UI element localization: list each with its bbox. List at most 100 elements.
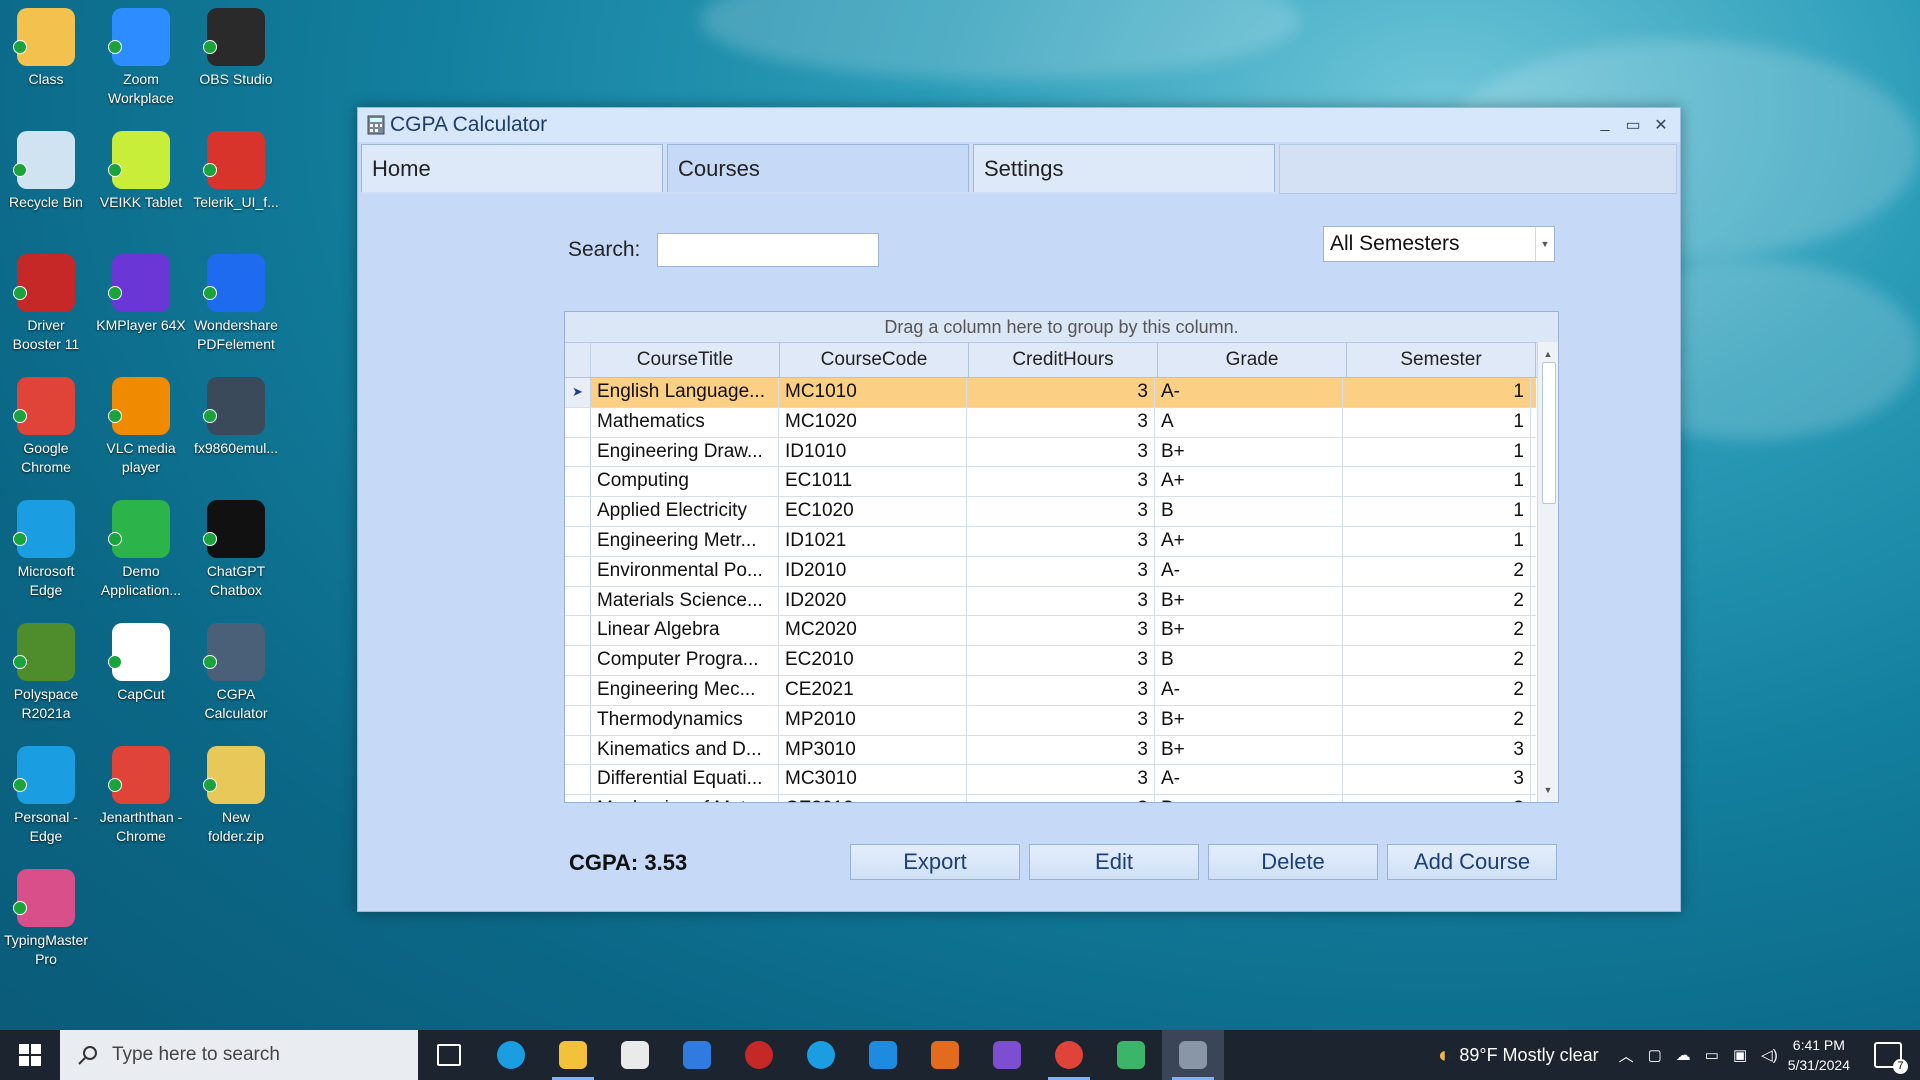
clock[interactable]: 6:41 PM 5/31/2024	[1788, 1035, 1850, 1075]
table-cell-credithours[interactable]: 3	[967, 705, 1155, 735]
add-course-button[interactable]: Add Course	[1387, 844, 1557, 880]
table-cell-coursetitle[interactable]: Computer Progra...	[591, 646, 779, 675]
table-cell-credithours[interactable]: 3	[967, 467, 1155, 497]
desktop-icon[interactable]: Demo Application...	[95, 500, 187, 600]
scroll-up-icon[interactable]: ▲	[1538, 346, 1558, 362]
table-cell-grade[interactable]: B+	[1155, 795, 1343, 802]
table-cell-credithours[interactable]: 3	[967, 497, 1155, 526]
column-header-credithours[interactable]: CreditHours	[969, 343, 1158, 377]
desktop-icon[interactable]: Class	[0, 8, 92, 89]
row-indicator[interactable]	[565, 646, 591, 675]
desktop-icon[interactable]: VLC media player	[95, 377, 187, 477]
table-cell-coursetitle[interactable]: Linear Algebra	[591, 616, 779, 646]
current-row-indicator-icon[interactable]: ➤	[565, 378, 591, 407]
table-cell-coursecode[interactable]: MC1010	[779, 378, 967, 407]
desktop-icon[interactable]: Personal - Edge	[0, 746, 92, 846]
table-cell-grade[interactable]: A	[1155, 407, 1343, 437]
desktop-icon[interactable]: Polyspace R2021a	[0, 623, 92, 723]
network-icon[interactable]: ▣	[1733, 1046, 1747, 1064]
table-cell-coursecode[interactable]: MC1020	[779, 407, 967, 437]
export-button[interactable]: Export	[850, 844, 1020, 880]
row-indicator[interactable]	[565, 407, 591, 437]
table-cell-coursecode[interactable]: CE2021	[779, 675, 967, 705]
table-cell-grade[interactable]: B+	[1155, 616, 1343, 646]
desktop-icon[interactable]: Jenarththan - Chrome	[95, 746, 187, 846]
table-cell-coursecode[interactable]: MP2010	[779, 705, 967, 735]
table-row[interactable]: Computing EC1011 3 A+ 1	[565, 467, 1536, 498]
tab-settings[interactable]: Settings	[973, 144, 1275, 192]
table-cell-credithours[interactable]: 3	[967, 646, 1155, 675]
minimize-button[interactable]: _	[1596, 115, 1614, 135]
desktop-icon[interactable]: OBS Studio	[190, 8, 282, 89]
table-row[interactable]: ➤ English Language... MC1010 3 A- 1	[565, 378, 1536, 408]
table-row[interactable]: Mathematics MC1020 3 A 1	[565, 407, 1536, 438]
desktop-icon[interactable]: ChatGPT Chatbox	[190, 500, 282, 600]
snipping-tool-icon[interactable]	[1100, 1030, 1162, 1080]
row-indicator[interactable]	[565, 616, 591, 646]
row-indicator[interactable]	[565, 795, 591, 802]
table-cell-semester[interactable]: 1	[1343, 378, 1531, 407]
table-cell-semester[interactable]: 1	[1343, 497, 1531, 526]
desktop-icon[interactable]: Recycle Bin	[0, 131, 92, 212]
table-cell-credithours[interactable]: 3	[967, 795, 1155, 802]
desktop-icon[interactable]: Google Chrome	[0, 377, 92, 477]
desktop-icon[interactable]: KMPlayer 64X	[95, 254, 187, 335]
table-cell-coursecode[interactable]: EC2010	[779, 646, 967, 675]
table-cell-coursecode[interactable]: ID2020	[779, 586, 967, 616]
table-cell-coursecode[interactable]: ID1010	[779, 437, 967, 467]
table-cell-coursecode[interactable]: MC3010	[779, 765, 967, 795]
table-cell-coursetitle[interactable]: Applied Electricity	[591, 497, 779, 526]
title-bar[interactable]: CGPA Calculator _ ▭ ✕	[358, 108, 1680, 142]
taskbar-search[interactable]: Type here to search	[60, 1030, 418, 1080]
column-header-coursecode[interactable]: CourseCode	[780, 343, 969, 377]
table-row[interactable]: Computer Progra... EC2010 3 B 2	[565, 646, 1536, 676]
close-button[interactable]: ✕	[1652, 115, 1670, 135]
desktop-icon[interactable]: fx9860emul...	[190, 377, 282, 458]
maximize-button[interactable]: ▭	[1624, 115, 1642, 135]
chrome-icon[interactable]	[1038, 1030, 1100, 1080]
vertical-scrollbar[interactable]: ▲ ▼	[1537, 342, 1558, 802]
table-row[interactable]: Engineering Mec... CE2021 3 A- 2	[565, 675, 1536, 706]
table-cell-coursetitle[interactable]: Mathematics	[591, 407, 779, 437]
start-button[interactable]	[0, 1030, 60, 1080]
table-row[interactable]: Environmental Po... ID2010 3 A- 2	[565, 556, 1536, 587]
table-cell-credithours[interactable]: 3	[967, 556, 1155, 586]
table-cell-grade[interactable]: B+	[1155, 735, 1343, 765]
table-cell-grade[interactable]: B+	[1155, 586, 1343, 616]
table-cell-semester[interactable]: 2	[1343, 586, 1531, 616]
desktop-icon[interactable]: New folder.zip	[190, 746, 282, 846]
edge-icon[interactable]	[480, 1030, 542, 1080]
row-indicator[interactable]	[565, 467, 591, 497]
row-indicator[interactable]	[565, 497, 591, 526]
chevron-up-icon[interactable]: ︿	[1619, 1045, 1634, 1066]
battery-icon[interactable]: ▭	[1705, 1046, 1719, 1064]
table-cell-credithours[interactable]: 3	[967, 765, 1155, 795]
table-cell-credithours[interactable]: 3	[967, 586, 1155, 616]
meet-now-icon[interactable]: ▢	[1648, 1046, 1662, 1064]
table-cell-coursecode[interactable]: CE3010	[779, 795, 967, 802]
desktop-icon[interactable]: CGPA Calculator	[190, 623, 282, 723]
table-row[interactable]: Materials Science... ID2020 3 B+ 2	[565, 586, 1536, 617]
desktop-icon[interactable]: TypingMaster Pro	[0, 869, 92, 969]
table-cell-coursecode[interactable]: ID2010	[779, 556, 967, 586]
table-cell-grade[interactable]: B+	[1155, 705, 1343, 735]
table-cell-coursetitle[interactable]: Environmental Po...	[591, 556, 779, 586]
table-cell-credithours[interactable]: 3	[967, 407, 1155, 437]
table-cell-semester[interactable]: 2	[1343, 556, 1531, 586]
store-icon[interactable]	[604, 1030, 666, 1080]
search-input[interactable]	[657, 233, 879, 267]
table-cell-credithours[interactable]: 3	[967, 526, 1155, 556]
semester-dropdown[interactable]: All Semesters ▼	[1323, 226, 1555, 262]
column-header-semester[interactable]: Semester	[1347, 343, 1536, 377]
table-cell-grade[interactable]: A-	[1155, 765, 1343, 795]
matlab-icon[interactable]	[914, 1030, 976, 1080]
table-row[interactable]: Kinematics and D... MP3010 3 B+ 3	[565, 735, 1536, 766]
table-row[interactable]: Mechanics of Mat...CE30103B+3	[565, 795, 1536, 802]
driver-booster-icon[interactable]	[728, 1030, 790, 1080]
row-indicator[interactable]	[565, 556, 591, 586]
table-row[interactable]: Differential Equati... MC3010 3 A- 3	[565, 765, 1536, 796]
table-cell-coursetitle[interactable]: Thermodynamics	[591, 705, 779, 735]
table-cell-coursetitle[interactable]: Engineering Metr...	[591, 526, 779, 556]
vscode-icon[interactable]	[852, 1030, 914, 1080]
table-cell-credithours[interactable]: 3	[967, 735, 1155, 765]
